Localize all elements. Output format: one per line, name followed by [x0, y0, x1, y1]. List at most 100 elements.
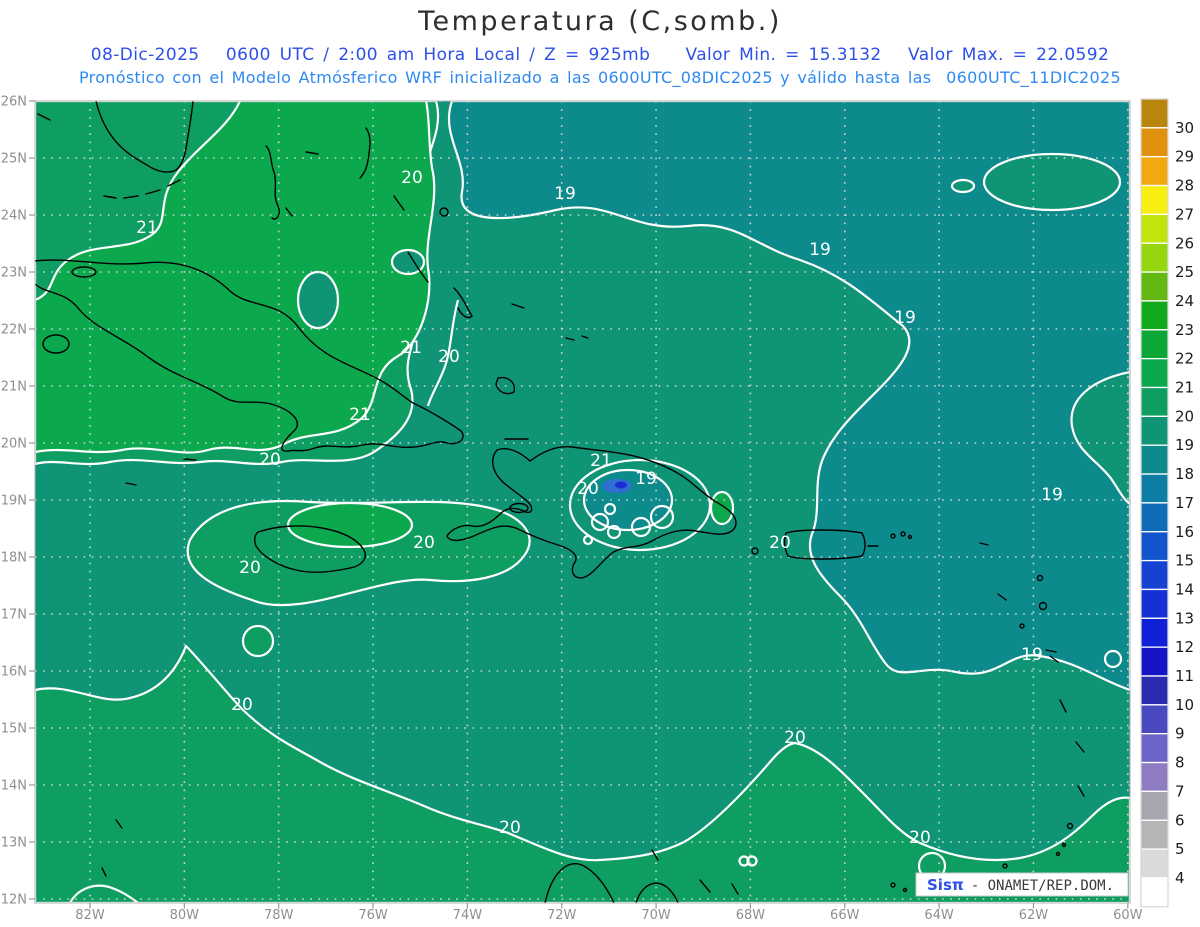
lat-label: 13N	[1, 836, 27, 851]
contour-label: 20	[438, 347, 460, 367]
colorbar-label: 26	[1175, 234, 1194, 252]
lat-label: 14N	[1, 779, 27, 794]
lat-label: 12N	[1, 893, 27, 908]
contour-label: 21	[590, 451, 612, 471]
contour-label: 20	[259, 450, 281, 470]
lat-label: 25N	[1, 152, 27, 167]
lon-label: 80W	[170, 908, 200, 923]
temp-pocket-ne	[982, 152, 1122, 212]
colorbar-label: 5	[1175, 840, 1185, 858]
colorbar-segment	[1140, 444, 1169, 475]
colorbar-segment	[1140, 127, 1169, 158]
colorbar-segment	[1140, 415, 1169, 446]
lat-label: 20N	[1, 437, 27, 452]
colorbar-label: 12	[1175, 638, 1194, 656]
lat-label: 26N	[1, 95, 27, 110]
lat-label: 18N	[1, 551, 27, 566]
colorbar-segment	[1140, 559, 1169, 591]
colorbar-segment	[1140, 329, 1169, 360]
colorbar-label: 25	[1175, 263, 1194, 281]
contour-label: 19	[554, 184, 576, 204]
colorbar-segment	[1140, 617, 1169, 648]
lon-label: 82W	[75, 908, 105, 923]
colorbar-label: 29	[1175, 148, 1194, 166]
colorbar-segment	[1140, 502, 1169, 533]
colorbar-segment	[1140, 733, 1169, 764]
colorbar-label: 15	[1175, 552, 1194, 570]
colorbar-label: 21	[1175, 379, 1194, 397]
lon-label: 78W	[264, 908, 294, 923]
colorbar-label: 24	[1175, 292, 1194, 310]
watermark: Sisπ - ONAMET/REP.DOM.	[915, 872, 1129, 897]
lat-label: 21N	[1, 380, 27, 395]
cold-spot-deep-blue	[615, 481, 627, 489]
colorbar-segment	[1140, 156, 1169, 187]
colorbar-segment	[1140, 271, 1169, 302]
contour-label: 20	[577, 479, 599, 499]
contour-label: 20	[239, 558, 261, 578]
lat-label: 15N	[1, 722, 27, 737]
colorbar-label: 16	[1175, 523, 1194, 541]
colorbar-segment	[1140, 184, 1169, 216]
colorbar-label: 20	[1175, 407, 1194, 425]
lat-label: 23N	[1, 266, 27, 281]
lon-label: 76W	[358, 908, 388, 923]
contour-label: 20	[784, 728, 806, 748]
temp-pocket-sw-caribbean	[241, 624, 275, 658]
weather-map-page: Temperatura (C,somb.) 08-Dic-2025 0600 U…	[0, 0, 1200, 927]
contour-label: 19	[809, 240, 831, 260]
colorbar-label: 17	[1175, 494, 1194, 512]
colorbar-label: 18	[1175, 465, 1194, 483]
colorbar-label: 10	[1175, 696, 1194, 714]
colorbar-segment	[1140, 531, 1169, 562]
temp-pocket-east-hispaniola	[709, 490, 735, 526]
watermark-suffix: - ONAMET/REP.DOM.	[971, 878, 1114, 894]
lat-label: 16N	[1, 665, 27, 680]
map-area: 20 19 21 19 19 21 20 21 20 21 19 20 19 20 20 20 19 20 20 20…	[35, 101, 1130, 903]
colorbar-label: 19	[1175, 436, 1194, 454]
colorbar-label: 7	[1175, 782, 1185, 800]
contour-label: 20	[499, 818, 521, 838]
colorbar-label: 8	[1175, 754, 1185, 772]
lon-label: 72W	[547, 908, 577, 923]
colorbar-segment	[1140, 386, 1169, 418]
colorbar-label: 14	[1175, 580, 1194, 598]
colorbar-label: 22	[1175, 350, 1194, 368]
contour-label: 19	[1041, 485, 1063, 505]
colorbar-segment	[1140, 300, 1169, 331]
contour-label: 21	[349, 405, 371, 425]
colorbar-segment	[1140, 790, 1169, 821]
contour-label: 21	[136, 218, 158, 238]
lat-label: 24N	[1, 209, 27, 224]
contour-label: 19	[894, 308, 916, 328]
colorbar-segment	[1140, 588, 1169, 619]
colorbar-segment	[1140, 675, 1169, 706]
colorbar-label: 27	[1175, 205, 1194, 223]
temp-pocket-ne-small	[950, 178, 976, 194]
colorbar-label: 11	[1175, 667, 1194, 685]
colorbar-segment	[1140, 98, 1169, 129]
watermark-text: Sisπ - ONAMET/REP.DOM.	[927, 876, 1114, 894]
lon-label: 74W	[453, 908, 483, 923]
colorbar-segment	[1140, 357, 1169, 389]
watermark-brand: Sisπ	[927, 876, 964, 894]
contour-label: 20	[909, 828, 931, 848]
colorbar: 30 29 28 27 26 25 24 23 22 21 20 19 18 17 16 15 14 13 12 11…	[1140, 98, 1194, 908]
temp-pocket-bahamas	[296, 270, 340, 330]
forecast-map-canvas: 20 19 21 19 19 21 20 21 20 21 19 20 19 20 20 20 19 20 20 20…	[1, 95, 1194, 924]
contour-label: 20	[769, 533, 791, 553]
colorbar-segment	[1140, 473, 1169, 504]
contour-label: 19	[1021, 645, 1043, 665]
contour-label: 20	[413, 533, 435, 553]
colorbar-label: 13	[1175, 609, 1194, 627]
lon-label: 64W	[924, 908, 954, 923]
contour-label: 19	[635, 469, 657, 489]
lon-label: 66W	[830, 908, 860, 923]
colorbar-segment	[1140, 704, 1169, 735]
lat-label: 22N	[1, 323, 27, 338]
colorbar-label: 30	[1175, 119, 1194, 137]
lat-label: 19N	[1, 494, 27, 509]
colorbar-segment	[1140, 242, 1169, 273]
contour-label: 21	[400, 338, 422, 358]
lat-label: 17N	[1, 608, 27, 623]
